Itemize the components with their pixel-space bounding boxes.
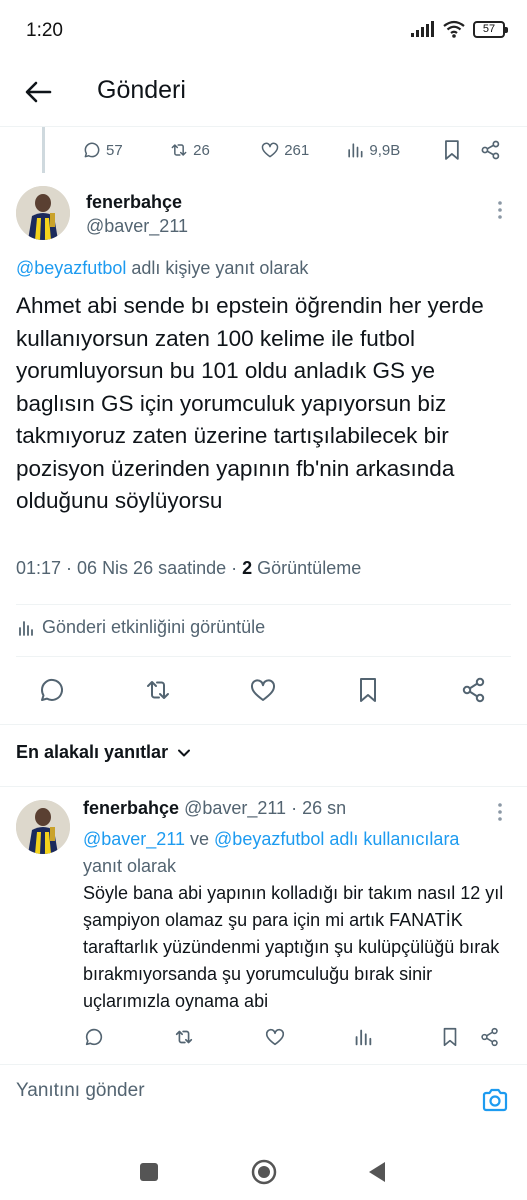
- more-options-icon[interactable]: [490, 800, 510, 824]
- mention-link[interactable]: @beyazfutbol: [16, 258, 126, 278]
- signal-icon: [411, 21, 434, 37]
- view-count: 9,9B: [369, 141, 401, 159]
- mention-link[interactable]: @beyazfutbol: [214, 829, 324, 849]
- repost-icon: [171, 144, 187, 156]
- author-name[interactable]: fenerbahçe: [86, 192, 182, 213]
- reply-context-suffix: adlı kullanıcılara: [324, 829, 460, 849]
- reply-icon: [84, 142, 100, 158]
- share-icon[interactable]: [479, 1026, 501, 1048]
- view-count-number: 2: [242, 558, 253, 578]
- reply-context: @baver_211 ve @beyazfutbol adlı kullanıc…: [83, 826, 503, 880]
- analytics-icon: [19, 620, 33, 636]
- camera-icon[interactable]: [481, 1086, 509, 1114]
- tweet-timestamp[interactable]: 01:17 · 06 Nis 26 saatinde ·: [16, 558, 242, 578]
- bookmark-icon[interactable]: [442, 139, 462, 161]
- divider: [0, 786, 527, 787]
- avatar[interactable]: [16, 186, 70, 240]
- wifi-icon: [443, 20, 465, 38]
- divider: [16, 656, 511, 657]
- back-icon[interactable]: [364, 1158, 392, 1186]
- heart-icon: [261, 142, 279, 158]
- system-navigation-bar: [0, 1140, 527, 1200]
- reply-context: @beyazfutbol adlı kişiye yanıt olarak: [16, 258, 308, 279]
- reply-composer-input[interactable]: Yanıtını gönder: [16, 1080, 145, 1102]
- bookmark-icon[interactable]: [439, 1026, 461, 1048]
- home-icon[interactable]: [250, 1158, 278, 1186]
- reply-context-connector: ve: [185, 829, 215, 849]
- reply-action-bar: [83, 1026, 508, 1054]
- reply-count: 57: [106, 141, 123, 159]
- reply-text: Söyle bana abi yapının kolladığı bir tak…: [83, 883, 504, 1011]
- top-app-bar: Gönderi: [0, 62, 527, 122]
- chevron-down-icon: [178, 749, 191, 756]
- page-title: Gönderi: [97, 76, 186, 104]
- reply-author-handle-time[interactable]: @baver_211 · 26 sn: [184, 798, 346, 818]
- reply-icon[interactable]: [83, 1026, 105, 1048]
- heart-icon[interactable]: [264, 1026, 286, 1048]
- more-options-icon[interactable]: [490, 198, 510, 222]
- post-activity-label: Gönderi etkinliğini görüntüle: [42, 617, 266, 637]
- post-activity-link[interactable]: Gönderi etkinliğini görüntüle: [16, 617, 265, 638]
- replies-sort-dropdown[interactable]: En alakalı yanıtlar: [16, 742, 192, 763]
- tweet-action-bar: [0, 670, 527, 710]
- profile-photo: [16, 800, 70, 854]
- reply-context-suffix-2: yanıt olarak: [83, 856, 177, 876]
- header-divider: [0, 126, 527, 127]
- tweet-meta: 01:17 · 06 Nis 26 saatinde · 2 Görüntüle…: [16, 558, 361, 579]
- analytics-icon: [348, 143, 363, 158]
- heart-icon[interactable]: [249, 676, 277, 704]
- like-stat[interactable]: 261: [260, 140, 345, 160]
- thread-connector-line: [42, 127, 45, 173]
- divider: [16, 604, 511, 605]
- status-bar: 1:20 57: [0, 0, 527, 62]
- reply-author-name[interactable]: fenerbahçe: [83, 798, 179, 818]
- status-time: 1:20: [26, 20, 63, 41]
- divider: [0, 724, 527, 725]
- author-handle[interactable]: @baver_211: [86, 216, 188, 237]
- share-icon[interactable]: [460, 676, 488, 704]
- reply-stat[interactable]: 57: [82, 140, 169, 160]
- like-count: 261: [284, 141, 310, 159]
- reply-context-suffix: adlı kişiye yanıt olarak: [126, 258, 309, 278]
- recent-apps-icon[interactable]: [135, 1158, 163, 1186]
- reply-avatar[interactable]: [16, 800, 70, 854]
- repost-stat[interactable]: 26: [169, 140, 260, 160]
- share-icon[interactable]: [480, 139, 502, 161]
- battery-indicator: 57: [473, 20, 508, 38]
- divider: [0, 1064, 527, 1065]
- parent-tweet-stats: 57 26 261 9,9B: [82, 136, 502, 164]
- back-arrow-icon[interactable]: [20, 74, 56, 110]
- sort-label: En alakalı yanıtlar: [16, 742, 169, 762]
- repost-icon[interactable]: [144, 676, 172, 704]
- reply-icon[interactable]: [38, 676, 66, 704]
- repost-count: 26: [193, 141, 210, 159]
- repost-icon[interactable]: [173, 1026, 195, 1048]
- mention-link[interactable]: @baver_211: [83, 829, 185, 849]
- view-count-label: Görüntüleme: [252, 558, 362, 578]
- analytics-icon[interactable]: [352, 1026, 374, 1048]
- views-stat[interactable]: 9,9B: [345, 140, 440, 160]
- bookmark-icon[interactable]: [354, 676, 382, 704]
- reply-header: fenerbahçe @baver_211 · 26 sn: [83, 798, 346, 819]
- profile-photo: [16, 186, 70, 240]
- tweet-text: Ahmet abi sende bı epstein öğrendin her …: [16, 293, 484, 513]
- status-icons: 57: [411, 20, 508, 38]
